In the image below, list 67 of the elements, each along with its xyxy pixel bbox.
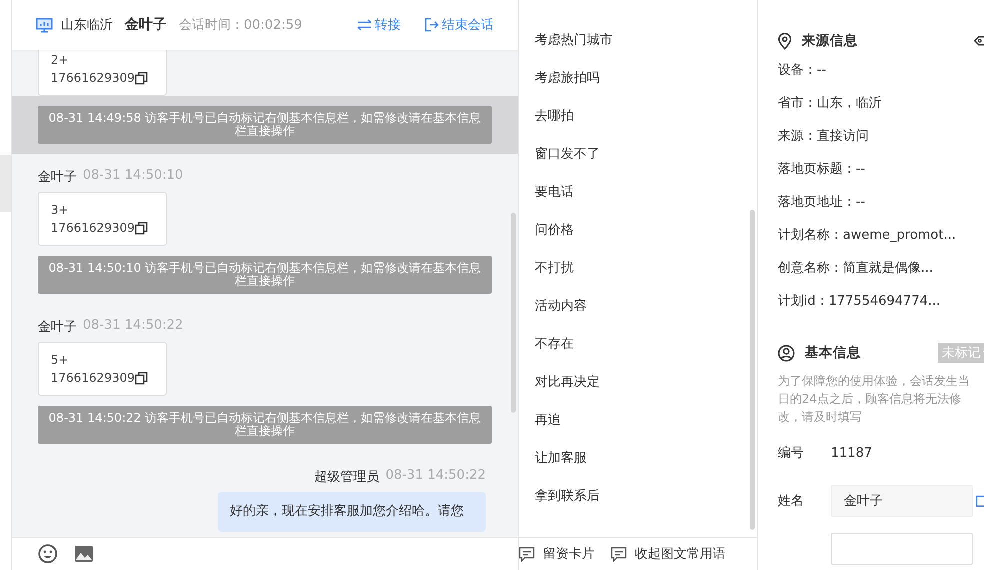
phrase-item[interactable]: 考虑热门城市: [535, 22, 741, 60]
copy-icon[interactable]: [134, 372, 148, 384]
scrollbar[interactable]: [511, 213, 516, 413]
system-notice: 08-31 14:49:58 访客手机号已自动标记右侧基本信息栏，如需修改请在基本信息栏直接操作: [38, 106, 492, 144]
smiley-icon[interactable]: [38, 544, 58, 564]
field-label: 编号: [778, 445, 805, 462]
message-time: 08-31 14:50:22: [83, 318, 184, 335]
phrase-item[interactable]: 考虑旅拍吗: [535, 60, 741, 98]
info-field: 落地页标题：--: [778, 153, 984, 186]
message-time: 08-31 14:50:10: [83, 168, 184, 185]
notice-text: 为了保障您的使用体验，会话发生当日的24点之后，顾客信息将无法修改，请及时填写: [778, 373, 971, 426]
phrase-item[interactable]: 问价格: [535, 212, 741, 250]
region-text: 山东临沂: [61, 17, 113, 34]
info-field: 来源：直接访问: [778, 120, 984, 153]
phrase-item[interactable]: 不存在: [535, 326, 741, 364]
monitor-icon: [36, 18, 53, 32]
session-time: 会话时间：00:02:59: [179, 17, 302, 34]
system-notice: 08-31 14:50:10 访客手机号已自动标记右侧基本信息栏，如需修改请在基本信息栏直接操作: [38, 256, 492, 294]
info-field: 省市：山东，临沂: [778, 87, 984, 120]
copy-icon[interactable]: [134, 222, 148, 234]
exit-icon: [425, 18, 439, 32]
phrase-item[interactable]: 活动内容: [535, 288, 741, 326]
phrase-item[interactable]: 要电话: [535, 174, 741, 212]
section-title: 基本信息: [805, 344, 861, 362]
phrase-item[interactable]: 去哪拍: [535, 98, 741, 136]
user-icon: [778, 344, 795, 362]
info-field: 计划id：177554694774...: [778, 285, 984, 318]
message-icon: [611, 546, 627, 562]
message-text: 17661629309: [51, 370, 135, 387]
info-field: 计划名称：aweme_promot...: [778, 219, 984, 252]
message-text: 2+: [51, 52, 69, 69]
collapse-phrases-button[interactable]: 收起图文常用语: [611, 545, 726, 563]
field-value: 11187: [831, 446, 872, 460]
lead-card-button[interactable]: 留资卡片: [519, 545, 595, 563]
input-field[interactable]: 金叶子: [831, 485, 973, 517]
visitor-name: 金叶子: [125, 16, 167, 34]
location-pin-icon: [778, 32, 792, 50]
message-text: 5+: [51, 352, 69, 369]
tag-icon[interactable]: [974, 35, 984, 47]
phrase-item[interactable]: 对比再决定: [535, 364, 741, 402]
message-time: 08-31 14:50:22: [386, 468, 486, 485]
system-notice: 08-31 14:50:22 访客手机号已自动标记右侧基本信息栏，如需修改请在基本信息栏直接操作: [38, 406, 492, 444]
message-text: 17661629309: [51, 220, 135, 237]
phrase-item[interactable]: 不打扰: [535, 250, 741, 288]
phrase-item[interactable]: 拿到联系后: [535, 478, 741, 516]
image-icon[interactable]: [74, 545, 94, 563]
message-icon: [519, 546, 535, 562]
phrase-item[interactable]: 窗口发不了: [535, 136, 741, 174]
message-bubble: 好的亲，现在安排客服加您介绍哈。请您: [218, 492, 486, 532]
phrase-item[interactable]: 让加客服: [535, 440, 741, 478]
phrase-item[interactable]: 再追: [535, 402, 741, 440]
scrollbar[interactable]: [750, 210, 755, 530]
input-field[interactable]: [831, 533, 973, 565]
field-label: 姓名: [778, 493, 805, 510]
message-text: 17661629309: [51, 70, 135, 87]
info-field: 落地页地址：--: [778, 186, 984, 219]
end-session-button[interactable]: 结束会话: [425, 16, 494, 34]
section-title: 来源信息: [802, 32, 858, 50]
transfer-button[interactable]: 转接: [357, 16, 401, 34]
sender-name: 金叶子: [38, 169, 77, 186]
swap-icon: [357, 19, 372, 31]
sender-name: 金叶子: [38, 319, 77, 336]
message-text: 3+: [51, 202, 69, 219]
info-field: 设备：--: [778, 54, 984, 87]
info-field: 创意名称：简直就是偶像...: [778, 252, 984, 285]
copy-icon[interactable]: [134, 72, 148, 84]
sender-name: 超级管理员: [314, 469, 380, 486]
